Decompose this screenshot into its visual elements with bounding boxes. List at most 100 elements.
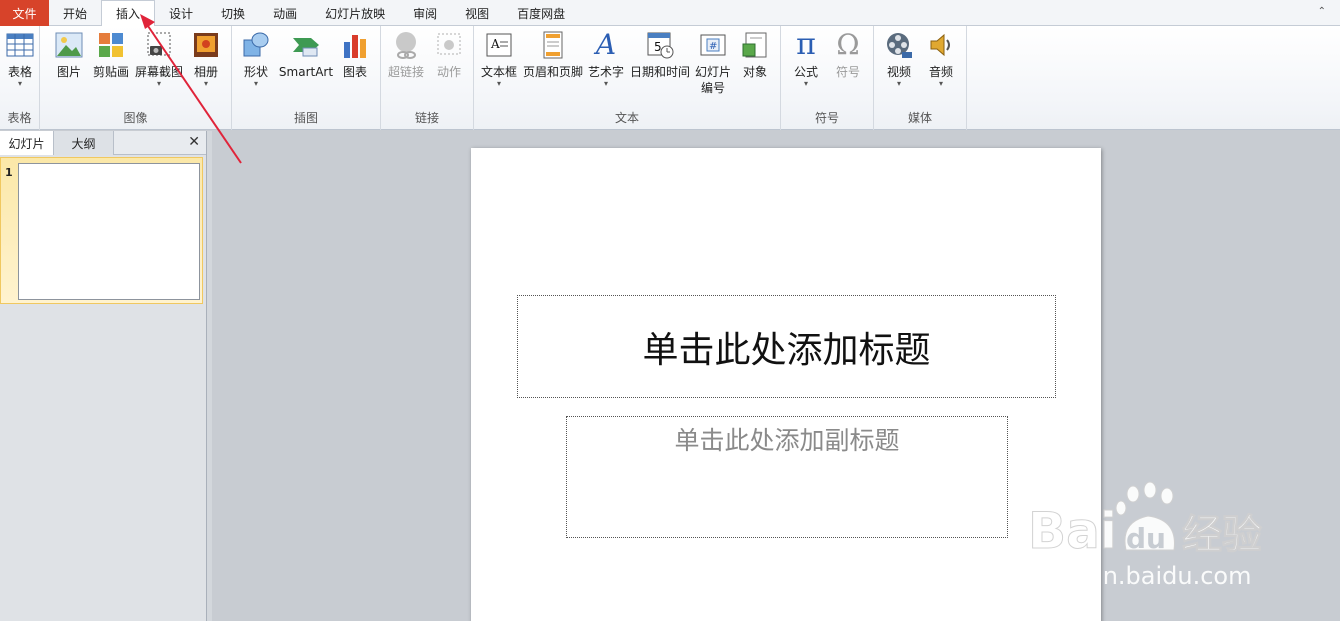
group-media: 视频 ▾ 音频 ▾ 媒体 bbox=[874, 26, 967, 130]
group-label-text: 文本 bbox=[614, 111, 639, 125]
slide-thumbnail-number: 1 bbox=[5, 166, 13, 179]
album-label: 相册 bbox=[193, 65, 218, 79]
header-footer-label: 页眉和页脚 bbox=[522, 65, 583, 79]
screenshot-button[interactable]: 屏幕截图 ▾ bbox=[134, 30, 184, 88]
datetime-label: 日期和时间 bbox=[629, 65, 690, 79]
svg-text:du: du bbox=[1126, 522, 1166, 555]
equation-button[interactable]: π 公式 ▾ bbox=[787, 30, 825, 88]
datetime-button[interactable]: 5 日期和时间 bbox=[628, 30, 692, 80]
tab-home[interactable]: 开始 bbox=[49, 0, 101, 26]
clipart-icon bbox=[96, 30, 126, 60]
group-label-table: 表格 bbox=[7, 111, 32, 125]
audio-label: 音频 bbox=[928, 65, 953, 79]
photo-album-icon bbox=[191, 30, 221, 60]
title-placeholder[interactable]: 单击此处添加标题 bbox=[517, 295, 1056, 398]
clipart-button[interactable]: 剪贴画 bbox=[92, 30, 130, 80]
slides-panel-tabs: 幻灯片 大纲 ✕ bbox=[0, 131, 206, 155]
screenshot-icon bbox=[144, 30, 174, 60]
hyperlink-label: 超链接 bbox=[387, 65, 424, 79]
table-icon bbox=[5, 30, 35, 60]
wordart-icon: A bbox=[595, 28, 617, 61]
shapes-label: 形状 bbox=[243, 65, 268, 79]
dropdown-arrow-icon: ▾ bbox=[156, 79, 161, 88]
table-label: 表格 bbox=[7, 65, 32, 79]
slide-thumbnail-row[interactable]: 1 bbox=[0, 157, 203, 304]
symbol-label: 符号 bbox=[835, 65, 860, 79]
audio-button[interactable]: 音频 ▾ bbox=[922, 30, 960, 88]
slide-number-label-2: 编号 bbox=[700, 81, 725, 95]
smartart-button[interactable]: SmartArt bbox=[278, 30, 334, 80]
group-symbols: π 公式 ▾ Ω 符号 符号 bbox=[781, 26, 874, 130]
group-illustrations: 形状 ▾ SmartArt 图表 插图 bbox=[232, 26, 381, 130]
calendar-clock-icon: 5 bbox=[645, 30, 675, 60]
tab-slides[interactable]: 幻灯片 bbox=[0, 131, 54, 155]
group-label-illustrations: 插图 bbox=[293, 111, 318, 125]
watermark-url: jingyan.baidu.com bbox=[1030, 562, 1252, 590]
dropdown-arrow-icon: ▾ bbox=[17, 79, 22, 88]
panel-splitter[interactable] bbox=[207, 131, 212, 621]
hyperlink-button[interactable]: 超链接 bbox=[385, 30, 427, 80]
group-label-symbols: 符号 bbox=[814, 111, 839, 125]
action-label: 动作 bbox=[436, 65, 461, 79]
svg-text:A: A bbox=[490, 37, 500, 51]
tab-file[interactable]: 文件 bbox=[0, 0, 49, 26]
tab-view[interactable]: 视图 bbox=[451, 0, 503, 26]
slide-thumbnail[interactable] bbox=[18, 163, 200, 300]
action-icon bbox=[434, 30, 464, 60]
action-button[interactable]: 动作 bbox=[431, 30, 467, 80]
header-footer-button[interactable]: 页眉和页脚 bbox=[522, 30, 584, 80]
pi-icon: π bbox=[796, 27, 816, 62]
tab-baidu-netdisk[interactable]: 百度网盘 bbox=[503, 0, 579, 26]
group-label-links: 链接 bbox=[414, 111, 439, 125]
smartart-icon bbox=[291, 30, 321, 60]
slide-number-label-1: 幻灯片 bbox=[694, 65, 731, 79]
tab-transitions[interactable]: 切换 bbox=[207, 0, 259, 26]
subtitle-placeholder[interactable]: 单击此处添加副标题 bbox=[566, 416, 1008, 538]
minimize-ribbon-icon[interactable]: ⌃ bbox=[1318, 6, 1326, 17]
textbox-icon: A bbox=[484, 30, 514, 60]
group-text: A 文本框 ▾ 页眉和页脚 A 艺术字 ▾ 5 日期和时间 # 幻灯片 编号 对… bbox=[474, 26, 781, 130]
dropdown-arrow-icon: ▾ bbox=[896, 79, 901, 88]
screenshot-label: 屏幕截图 bbox=[134, 65, 183, 79]
tab-slideshow[interactable]: 幻灯片放映 bbox=[311, 0, 399, 26]
tab-design[interactable]: 设计 bbox=[155, 0, 207, 26]
wordart-button[interactable]: A 艺术字 ▾ bbox=[586, 30, 626, 88]
symbol-button[interactable]: Ω 符号 bbox=[829, 30, 867, 80]
shapes-icon bbox=[241, 30, 271, 60]
picture-label: 图片 bbox=[56, 65, 81, 79]
dropdown-arrow-icon: ▾ bbox=[496, 79, 501, 88]
svg-text:经验: 经验 bbox=[1182, 512, 1262, 558]
album-button[interactable]: 相册 ▾ bbox=[188, 30, 224, 88]
dropdown-arrow-icon: ▾ bbox=[938, 79, 943, 88]
slides-panel: 幻灯片 大纲 ✕ 1 bbox=[0, 131, 207, 621]
tab-review[interactable]: 审阅 bbox=[399, 0, 451, 26]
film-reel-icon bbox=[884, 30, 914, 60]
clipart-label: 剪贴画 bbox=[92, 65, 129, 79]
object-button[interactable]: 对象 bbox=[736, 30, 774, 80]
picture-button[interactable]: 图片 bbox=[52, 30, 86, 80]
object-label: 对象 bbox=[742, 65, 767, 79]
close-icon[interactable]: ✕ bbox=[188, 134, 200, 150]
slide-number-button[interactable]: # 幻灯片 编号 bbox=[694, 30, 732, 96]
equation-label: 公式 bbox=[793, 65, 818, 79]
dropdown-arrow-icon: ▾ bbox=[603, 79, 608, 88]
tab-outline[interactable]: 大纲 bbox=[54, 131, 114, 155]
textbox-button[interactable]: A 文本框 ▾ bbox=[479, 30, 519, 88]
slide-canvas[interactable]: 单击此处添加标题 单击此处添加副标题 bbox=[471, 148, 1101, 621]
ribbon-tab-bar: 文件 开始 插入 设计 切换 动画 幻灯片放映 审阅 视图 百度网盘 ⌃ bbox=[0, 0, 1340, 27]
chart-label: 图表 bbox=[342, 65, 367, 79]
table-button[interactable]: 表格 ▾ bbox=[2, 30, 38, 88]
dropdown-arrow-icon: ▾ bbox=[803, 79, 808, 88]
textbox-label: 文本框 bbox=[480, 65, 517, 79]
slide-number-icon: # bbox=[698, 30, 728, 60]
video-button[interactable]: 视频 ▾ bbox=[880, 30, 918, 88]
shapes-button[interactable]: 形状 ▾ bbox=[238, 30, 274, 88]
chart-button[interactable]: 图表 bbox=[338, 30, 372, 80]
svg-text:Bai: Bai bbox=[1028, 502, 1117, 560]
dropdown-arrow-icon: ▾ bbox=[253, 79, 258, 88]
smartart-label: SmartArt bbox=[278, 65, 334, 79]
tab-insert[interactable]: 插入 bbox=[101, 0, 156, 27]
tab-animations[interactable]: 动画 bbox=[259, 0, 311, 26]
group-label-image: 图像 bbox=[123, 111, 148, 125]
group-label-media: 媒体 bbox=[907, 111, 932, 125]
